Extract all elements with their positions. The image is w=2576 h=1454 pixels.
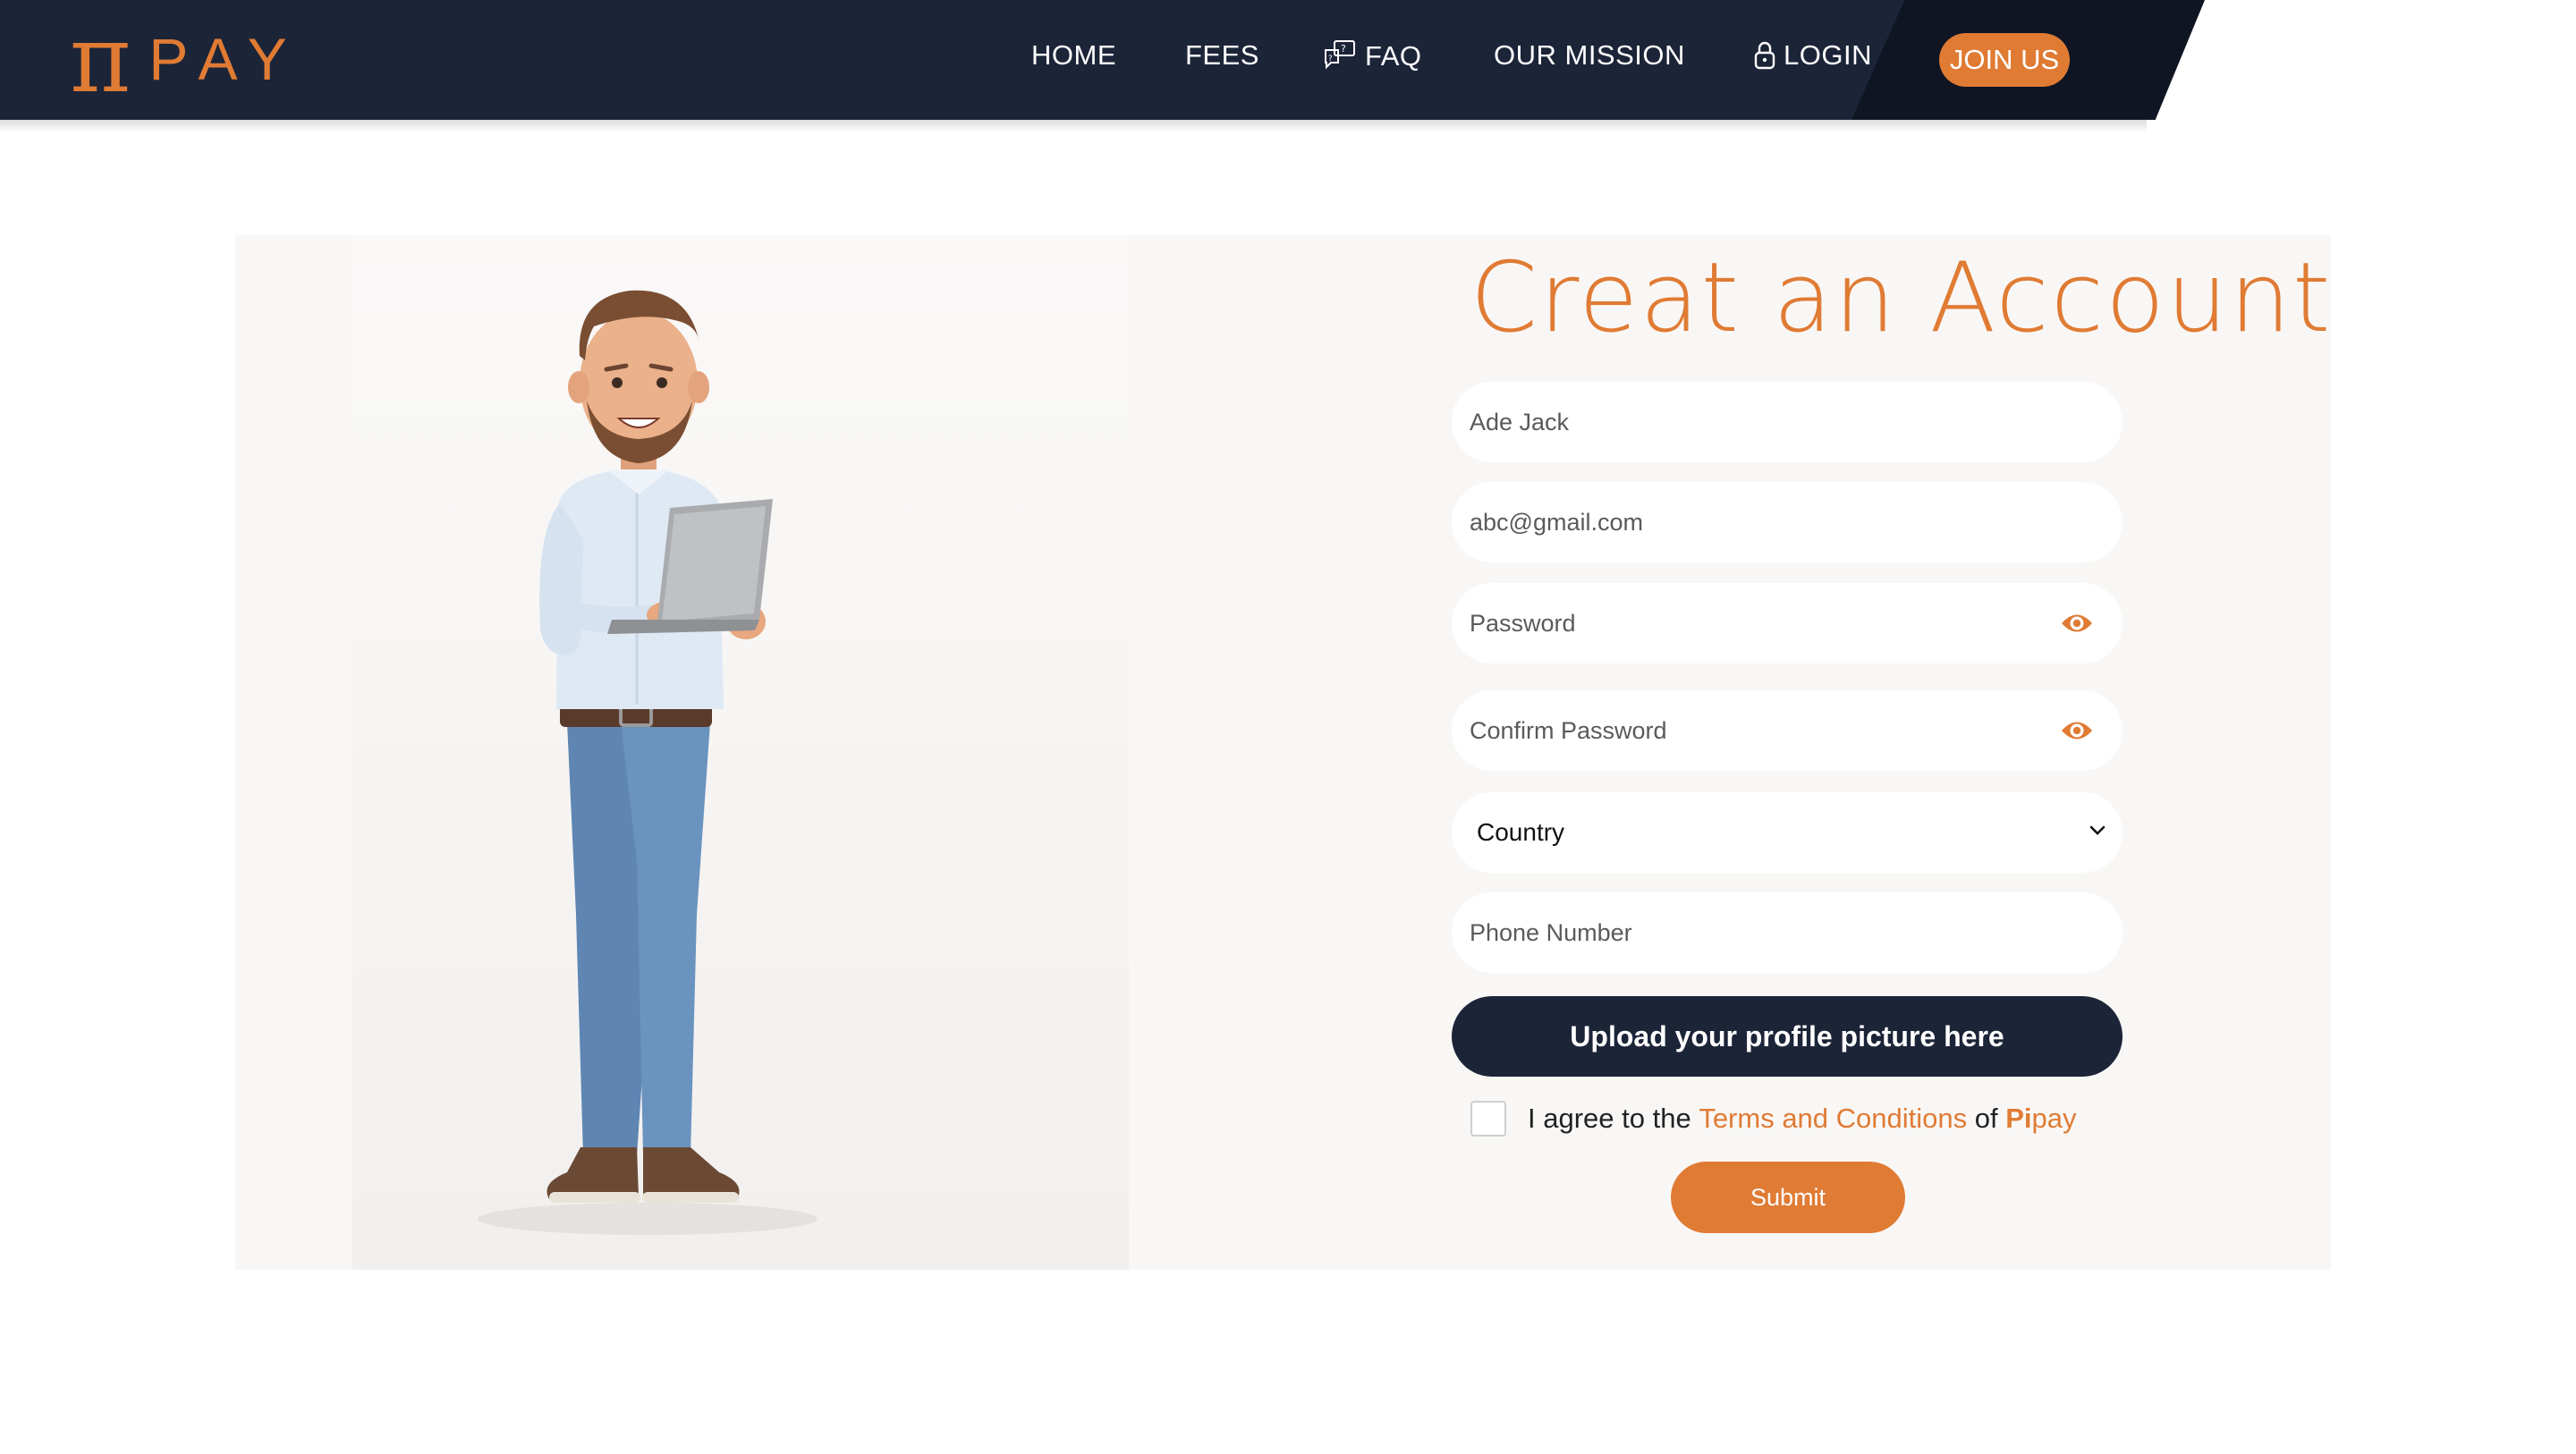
confirm-password-input[interactable]: Confirm Password	[1452, 690, 2123, 771]
brand-pi: Pi	[2005, 1103, 2032, 1134]
chat-question-icon: ? ?	[1325, 40, 1355, 70]
signup-panel: Creat an Account Ade Jack abc@gmail.com …	[235, 235, 2331, 1270]
page-title: Creat an Account	[1470, 242, 2333, 354]
nav-our-mission[interactable]: OUR MISSION	[1494, 39, 1685, 72]
submit-button[interactable]: Submit	[1671, 1162, 1905, 1233]
nav-fees[interactable]: FEES	[1185, 39, 1259, 72]
brand-pay: pay	[2031, 1103, 2077, 1134]
nav-home[interactable]: HOME	[1031, 39, 1116, 72]
nav-faq[interactable]: ? ? FAQ	[1322, 39, 1422, 73]
svg-text:?: ?	[1341, 43, 1346, 55]
man-with-laptop-illustration	[478, 290, 818, 1235]
nav-login-label: LOGIN	[1784, 39, 1872, 71]
country-select[interactable]: Country	[1452, 792, 2123, 873]
confirm-password-placeholder: Confirm Password	[1470, 716, 1667, 744]
full-name-input[interactable]: Ade Jack	[1452, 382, 2123, 462]
eye-icon[interactable]	[2060, 717, 2094, 744]
terms-checkbox[interactable]	[1470, 1101, 1506, 1137]
phone-placeholder: Phone Number	[1470, 918, 1632, 946]
full-name-value: Ade Jack	[1470, 408, 1570, 435]
terms-link[interactable]: Terms and Conditions	[1699, 1103, 1967, 1135]
agree-prefix: I agree to the	[1528, 1103, 1699, 1134]
phone-number-input[interactable]: Phone Number	[1452, 892, 2123, 973]
password-input[interactable]: Password	[1452, 583, 2123, 664]
terms-agreement: I agree to the Terms and Conditions of P…	[1470, 1101, 2077, 1137]
nav-faq-label: FAQ	[1365, 40, 1422, 72]
upload-profile-picture-button[interactable]: Upload your profile picture here	[1452, 996, 2123, 1077]
agree-of: of	[1967, 1103, 2006, 1134]
lock-icon	[1754, 41, 1775, 70]
chevron-down-icon	[2089, 825, 2106, 835]
country-selected-value: Country	[1477, 818, 1565, 846]
svg-text:?: ?	[1328, 55, 1333, 63]
logo-text: PAY	[148, 26, 301, 92]
join-us-button[interactable]: JOIN US	[1939, 33, 2070, 87]
top-navbar: π PAY HOME FEES ? ? FAQ OUR MISSION LOGI…	[0, 0, 2576, 132]
email-value: abc@gmail.com	[1470, 508, 1643, 536]
pipay-logo[interactable]: π PAY	[70, 4, 301, 114]
nav-login[interactable]: LOGIN	[1753, 39, 1872, 72]
illustration-area	[352, 235, 1129, 1270]
eye-icon[interactable]	[2060, 610, 2094, 637]
password-placeholder: Password	[1470, 609, 1576, 637]
logo-pi-symbol: π	[70, 4, 131, 114]
email-input[interactable]: abc@gmail.com	[1452, 482, 2123, 562]
